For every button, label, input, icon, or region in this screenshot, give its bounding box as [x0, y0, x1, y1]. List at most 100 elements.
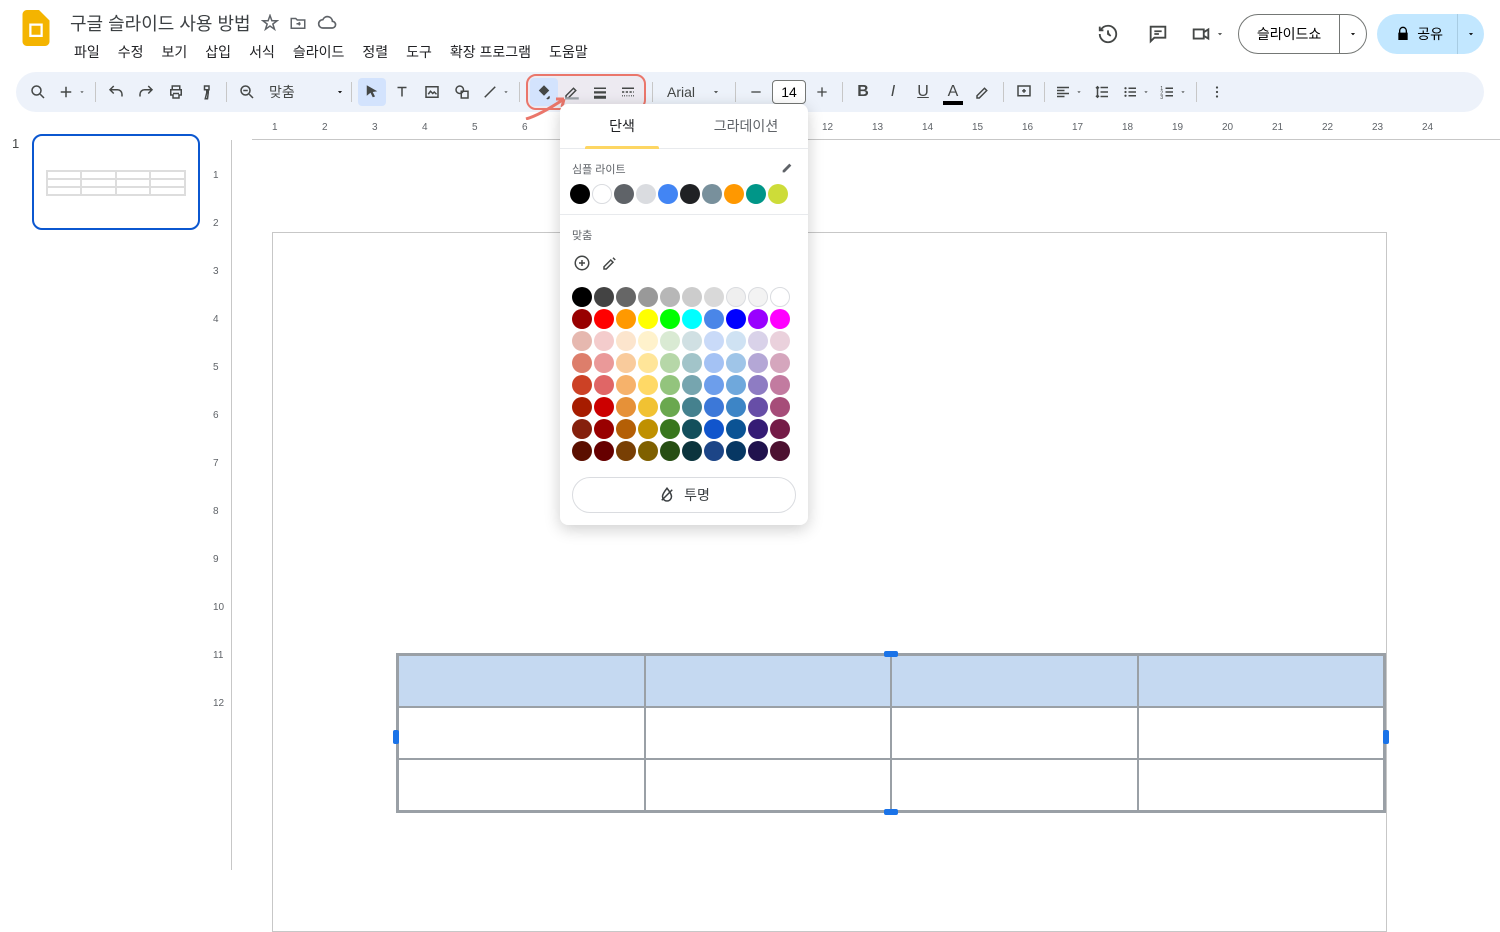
slides-logo[interactable] [16, 8, 56, 48]
color-swatch[interactable] [616, 419, 636, 439]
color-swatch[interactable] [594, 397, 614, 417]
color-swatch[interactable] [638, 397, 658, 417]
share-button-dropdown[interactable] [1457, 14, 1484, 54]
color-swatch[interactable] [660, 309, 680, 329]
color-swatch[interactable] [570, 184, 590, 204]
share-button-main[interactable]: 공유 [1377, 24, 1457, 44]
color-swatch[interactable] [682, 353, 702, 373]
color-swatch[interactable] [638, 309, 658, 329]
color-swatch[interactable] [748, 397, 768, 417]
menu-edit[interactable]: 수정 [110, 38, 152, 66]
menu-tools[interactable]: 도구 [398, 38, 440, 66]
color-swatch[interactable] [616, 441, 636, 461]
color-swatch[interactable] [572, 397, 592, 417]
color-swatch[interactable] [770, 309, 790, 329]
color-swatch[interactable] [572, 375, 592, 395]
color-swatch[interactable] [660, 397, 680, 417]
select-tool-icon[interactable] [358, 78, 386, 106]
menu-arrange[interactable]: 정렬 [354, 38, 396, 66]
color-swatch[interactable] [682, 397, 702, 417]
color-swatch[interactable] [572, 331, 592, 351]
tab-gradient[interactable]: 그라데이션 [684, 104, 808, 148]
color-swatch[interactable] [726, 397, 746, 417]
color-swatch[interactable] [726, 353, 746, 373]
menu-extensions[interactable]: 확장 프로그램 [442, 38, 539, 66]
color-swatch[interactable] [748, 309, 768, 329]
color-swatch[interactable] [614, 184, 634, 204]
paint-format-icon[interactable] [192, 78, 220, 106]
meet-button[interactable] [1188, 14, 1228, 54]
font-size-decrease[interactable] [742, 78, 770, 106]
color-swatch[interactable] [638, 375, 658, 395]
color-swatch[interactable] [748, 287, 768, 307]
font-size-increase[interactable] [808, 78, 836, 106]
color-swatch[interactable] [616, 331, 636, 351]
tab-solid[interactable]: 단색 [560, 104, 684, 148]
color-swatch[interactable] [704, 419, 724, 439]
color-swatch[interactable] [594, 419, 614, 439]
color-swatch[interactable] [660, 331, 680, 351]
color-swatch[interactable] [572, 419, 592, 439]
color-swatch[interactable] [572, 441, 592, 461]
slideshow-button-dropdown[interactable] [1339, 15, 1366, 53]
color-swatch[interactable] [594, 287, 614, 307]
color-swatch[interactable] [616, 353, 636, 373]
color-swatch[interactable] [682, 375, 702, 395]
menu-slide[interactable]: 슬라이드 [285, 38, 353, 66]
color-swatch[interactable] [658, 184, 678, 204]
star-icon[interactable] [261, 14, 279, 32]
bold-icon[interactable]: B [849, 78, 877, 106]
undo-icon[interactable] [102, 78, 130, 106]
color-swatch[interactable] [660, 441, 680, 461]
highlight-color-icon[interactable] [969, 78, 997, 106]
color-swatch[interactable] [682, 287, 702, 307]
text-color-icon[interactable]: A [939, 78, 967, 106]
print-icon[interactable] [162, 78, 190, 106]
color-swatch[interactable] [638, 287, 658, 307]
align-icon[interactable] [1051, 78, 1086, 106]
color-swatch[interactable] [616, 375, 636, 395]
color-swatch[interactable] [724, 184, 744, 204]
menu-file[interactable]: 파일 [66, 38, 108, 66]
color-swatch[interactable] [682, 309, 702, 329]
comments-icon[interactable] [1138, 14, 1178, 54]
color-swatch[interactable] [616, 397, 636, 417]
color-swatch[interactable] [594, 441, 614, 461]
insert-comment-icon[interactable] [1010, 78, 1038, 106]
color-swatch[interactable] [726, 419, 746, 439]
color-swatch[interactable] [594, 375, 614, 395]
underline-icon[interactable]: U [909, 78, 937, 106]
color-swatch[interactable] [770, 441, 790, 461]
slide-area[interactable] [272, 232, 1387, 932]
fill-color-button[interactable] [530, 78, 558, 106]
add-custom-color-icon[interactable] [572, 253, 592, 273]
color-swatch[interactable] [616, 309, 636, 329]
color-swatch[interactable] [704, 375, 724, 395]
color-swatch[interactable] [638, 419, 658, 439]
border-dash-button[interactable] [614, 78, 642, 106]
italic-icon[interactable]: I [879, 78, 907, 106]
line-spacing-icon[interactable] [1088, 78, 1116, 106]
color-swatch[interactable] [702, 184, 722, 204]
color-swatch[interactable] [704, 309, 724, 329]
color-swatch[interactable] [594, 353, 614, 373]
color-swatch[interactable] [592, 184, 612, 204]
color-swatch[interactable] [748, 419, 768, 439]
color-swatch[interactable] [770, 397, 790, 417]
color-swatch[interactable] [636, 184, 656, 204]
slideshow-button-main[interactable]: 슬라이드쇼 [1239, 24, 1339, 44]
color-swatch[interactable] [660, 353, 680, 373]
color-swatch[interactable] [770, 287, 790, 307]
more-icon[interactable] [1203, 78, 1231, 106]
color-swatch[interactable] [682, 441, 702, 461]
color-swatch[interactable] [638, 353, 658, 373]
color-swatch[interactable] [660, 419, 680, 439]
color-swatch[interactable] [770, 331, 790, 351]
zoom-level[interactable]: 맞춤 [263, 82, 333, 102]
menu-help[interactable]: 도움말 [541, 38, 596, 66]
color-swatch[interactable] [572, 353, 592, 373]
color-swatch[interactable] [726, 331, 746, 351]
slide-thumbnail[interactable] [32, 134, 200, 230]
color-swatch[interactable] [748, 375, 768, 395]
color-swatch[interactable] [748, 331, 768, 351]
